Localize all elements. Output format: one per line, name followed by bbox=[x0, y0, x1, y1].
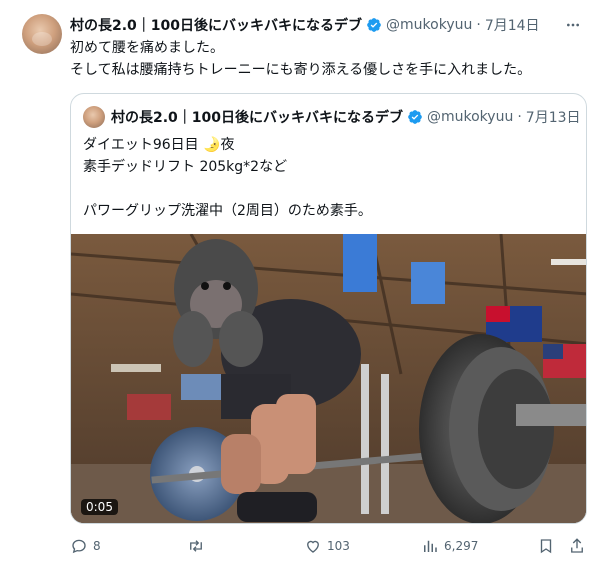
video-player[interactable]: 0:05 bbox=[71, 234, 586, 523]
quoted-tweet-header: 村の長2.0｜100日後にバッキバキになるデブ @mukokyuu · 7月13… bbox=[111, 106, 581, 128]
more-icon[interactable] bbox=[564, 17, 582, 33]
separator-dot: · bbox=[517, 109, 522, 125]
views-count: 6,297 bbox=[444, 539, 479, 553]
quoted-text-line: ダイエット96日目 🌛夜 bbox=[83, 137, 235, 153]
repost-button[interactable] bbox=[187, 536, 210, 556]
like-icon bbox=[307, 540, 319, 553]
author-handle[interactable]: @mukokyuu bbox=[386, 17, 472, 33]
tweet-text: 初めて腰を痛めました。 そして私は腰痛持ちトレーニーにも寄り添える優しさを手に入… bbox=[70, 37, 590, 81]
tweet-text-line: そして私は腰痛持ちトレーニーにも寄り添える優しさを手に入れました。 bbox=[70, 62, 532, 78]
action-bar: 8 103 6,297 bbox=[70, 536, 590, 556]
quoted-tweet[interactable]: 村の長2.0｜100日後にバッキバキになるデブ @mukokyuu · 7月13… bbox=[70, 93, 587, 524]
bookmark-button[interactable] bbox=[537, 536, 555, 556]
verified-badge-icon bbox=[367, 18, 381, 32]
reply-icon bbox=[72, 539, 86, 554]
quoted-text-line: パワーグリップ洗濯中（2周目）のため素手。 bbox=[83, 203, 372, 219]
like-button[interactable]: 103 bbox=[304, 536, 350, 556]
share-button[interactable] bbox=[568, 536, 586, 556]
like-count: 103 bbox=[327, 539, 350, 553]
author-name[interactable]: 村の長2.0｜100日後にバッキバキになるデブ bbox=[70, 15, 362, 35]
views-button[interactable]: 6,297 bbox=[421, 536, 478, 556]
quoted-author-avatar bbox=[83, 106, 105, 128]
quoted-author-name: 村の長2.0｜100日後にバッキバキになるデブ bbox=[111, 110, 403, 126]
share-icon bbox=[571, 538, 583, 553]
reply-button[interactable]: 8 bbox=[70, 536, 101, 556]
video-frame bbox=[71, 234, 586, 523]
author-avatar[interactable] bbox=[22, 14, 62, 54]
tweet[interactable]: 村の長2.0｜100日後にバッキバキになるデブ @mukokyuu · 7月14… bbox=[0, 0, 605, 572]
tweet-header: 村の長2.0｜100日後にバッキバキになるデブ @mukokyuu · 7月14… bbox=[70, 14, 590, 36]
tweet-date[interactable]: 7月14日 bbox=[485, 15, 540, 35]
verified-badge-icon bbox=[408, 110, 422, 124]
bookmark-icon bbox=[540, 539, 552, 554]
quoted-text-line bbox=[83, 178, 578, 200]
separator-dot: · bbox=[476, 17, 481, 33]
video-duration: 0:05 bbox=[81, 499, 118, 515]
views-icon bbox=[424, 540, 437, 552]
quoted-tweet-text: ダイエット96日目 🌛夜 素手デッドリフト 205kg*2など パワーグリップ洗… bbox=[83, 134, 578, 222]
tweet-text-line: 初めて腰を痛めました。 bbox=[70, 40, 224, 56]
reply-count: 8 bbox=[93, 539, 101, 553]
quoted-author-handle: @mukokyuu bbox=[427, 109, 514, 125]
quoted-text-line: 素手デッドリフト 205kg*2など bbox=[83, 159, 288, 175]
repost-icon bbox=[190, 540, 202, 552]
quoted-tweet-date: 7月13日 bbox=[525, 110, 581, 126]
